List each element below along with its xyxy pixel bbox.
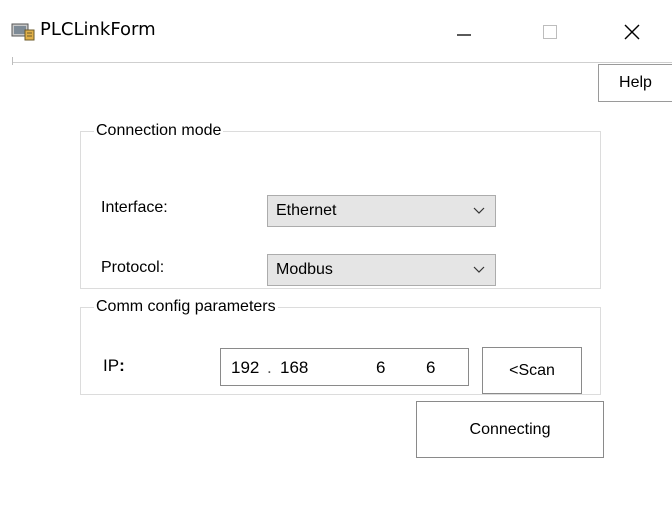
protocol-label: Protocol: — [101, 259, 165, 276]
window-title: PLCLinkForm — [40, 19, 156, 40]
connect-button[interactable]: Connecting — [416, 401, 604, 458]
protocol-select[interactable]: Modbus — [267, 254, 496, 286]
interface-select-value: Ethernet — [276, 202, 337, 219]
app-icon — [11, 21, 35, 41]
maximize-icon — [543, 25, 557, 39]
ip-octet-2[interactable]: 168 — [280, 358, 308, 378]
ip-octet-1[interactable]: 192 — [231, 358, 259, 378]
ip-octet-3[interactable]: 6 — [376, 358, 385, 378]
ip-separator: . — [267, 358, 272, 377]
connection-mode-legend: Connection mode — [94, 120, 224, 142]
close-button[interactable] — [609, 10, 655, 54]
maximize-button[interactable] — [527, 10, 573, 54]
minimize-button[interactable] — [441, 10, 487, 54]
ip-label-text: IP — [103, 356, 120, 375]
interface-label: Interface: — [101, 199, 168, 216]
ip-label-colon: : — [119, 356, 125, 375]
protocol-select-value: Modbus — [276, 261, 333, 278]
ip-label: IP: — [103, 356, 125, 376]
menu-divider — [12, 62, 672, 63]
scan-button[interactable]: <Scan — [482, 347, 582, 394]
close-icon — [624, 24, 640, 40]
interface-select[interactable]: Ethernet — [267, 195, 496, 227]
comm-config-legend: Comm config parameters — [94, 296, 278, 318]
menu-divider-grip — [12, 57, 13, 65]
chevron-down-icon — [473, 207, 485, 214]
help-button[interactable]: Help — [598, 64, 672, 102]
ip-address-field[interactable]: 192 . 168 6 6 — [220, 348, 469, 386]
chevron-down-icon — [473, 266, 485, 273]
ip-octet-4[interactable]: 6 — [426, 358, 435, 378]
minimize-icon — [457, 34, 471, 36]
title-bar: PLCLinkForm — [0, 0, 672, 64]
